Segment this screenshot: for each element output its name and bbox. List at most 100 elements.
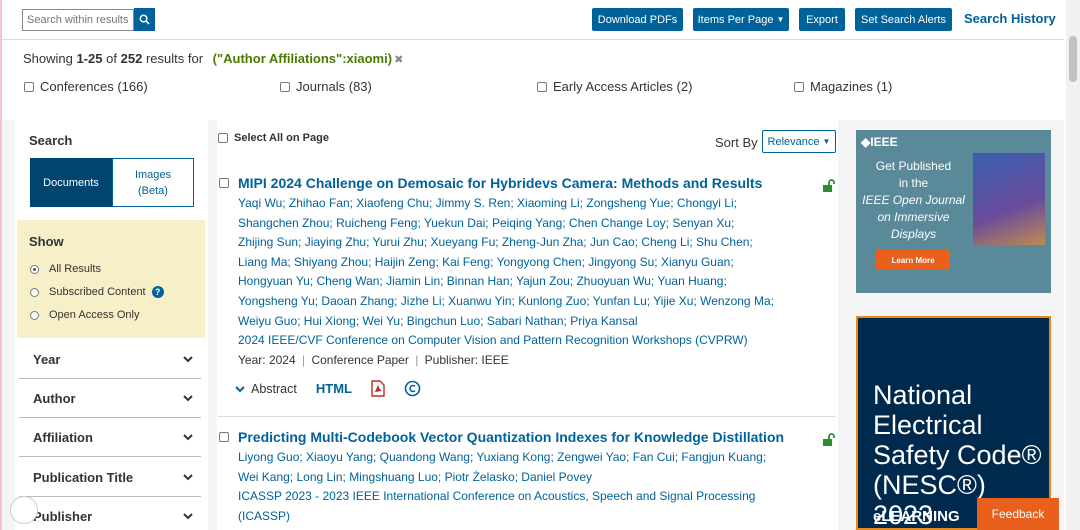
radio-label: Open Access Only (49, 309, 140, 321)
open-access-lock-icon (823, 179, 835, 192)
search-query: ("Author Affiliations":xiaomi) (212, 51, 393, 66)
search-history-link[interactable]: Search History (964, 11, 1056, 26)
checkbox[interactable] (24, 81, 34, 92)
tab-images[interactable]: Images (Beta) (112, 158, 194, 207)
remove-query-icon[interactable]: ✖ (394, 54, 403, 66)
select-all-label: Select All on Page (234, 132, 329, 144)
chevron-down-icon (183, 434, 193, 441)
facet-publisher[interactable]: Publisher (19, 497, 201, 530)
result-authors[interactable]: Wei Kang; Long Lin; Mingshuang Luo; Piot… (238, 468, 592, 488)
radio-button[interactable] (30, 310, 39, 320)
search-button[interactable] (134, 8, 155, 31)
result-title[interactable]: Predicting Multi-Codebook Vector Quantiz… (238, 429, 784, 445)
ad1-text: on Immersive (877, 210, 950, 224)
sidebar-search-heading: Search (29, 133, 73, 148)
result-authors[interactable]: Liang Ma; Shiyang Zhou; Haijin Zeng; Kai… (238, 253, 734, 273)
ad1-text: IEEE Open Journal (862, 193, 965, 207)
facet-journals[interactable]: Journals (83) (280, 79, 372, 94)
facet-affiliation[interactable]: Affiliation (19, 418, 201, 457)
chevron-down-icon (183, 513, 193, 520)
checkbox[interactable] (794, 81, 804, 92)
feedback-button[interactable]: Feedback (977, 498, 1059, 530)
chevron-down-icon (183, 474, 193, 481)
showing-text: Showing 1-25 of 252 results for ("Author… (23, 51, 403, 66)
result-authors[interactable]: Shangchen Zhou; Ruicheng Feng; Yuekun Da… (238, 214, 734, 234)
scrollbar-thumb[interactable] (1069, 36, 1077, 82)
checkbox[interactable] (218, 133, 228, 143)
ad1-text: in the (898, 176, 929, 190)
result-type: Conference Paper (311, 353, 409, 367)
select-all-on-page[interactable]: Select All on Page (218, 132, 329, 144)
results-range: 1-25 (76, 51, 103, 66)
facet-year[interactable]: Year (19, 340, 201, 379)
caret-down-icon: ▼ (822, 137, 831, 146)
cookie-settings-icon[interactable] (10, 496, 38, 524)
radio-button[interactable] (30, 264, 39, 274)
result-authors[interactable]: Weiyu Guo; Hui Xiong; Wei Yu; Bingchun L… (238, 312, 638, 332)
chevron-down-icon (235, 385, 245, 392)
set-search-alerts-label: Set Search Alerts (861, 13, 946, 26)
search-within-results-input[interactable] (22, 9, 134, 31)
result-authors[interactable]: Hongyuan Yu; Cheng Wan; Jiamin Lin; Binn… (238, 272, 727, 292)
set-search-alerts-button[interactable]: Set Search Alerts (855, 8, 952, 31)
show-heading: Show (29, 234, 64, 249)
facet-magazines[interactable]: Magazines (1) (794, 79, 892, 94)
result-venue-link[interactable]: 2024 IEEE/CVF Conference on Computer Vis… (238, 331, 748, 351)
facet-early-access[interactable]: Early Access Articles (2) (537, 79, 692, 94)
ad1-text: Get Published (875, 159, 952, 173)
result-checkbox[interactable] (219, 432, 229, 442)
items-per-page-button[interactable]: Items Per Page ▼ (693, 8, 789, 31)
result-authors[interactable]: Liyong Guo; Xiaoyu Yang; Quandong Wang; … (238, 448, 766, 468)
sort-value: Relevance (767, 135, 820, 148)
download-pdfs-button[interactable]: Download PDFs (592, 8, 683, 31)
ieee-logo: ◆IEEE (861, 135, 898, 149)
ad1-journal-cover-image (973, 153, 1045, 245)
checkbox[interactable] (280, 81, 290, 92)
result-meta: Year: 2024 | Conference Paper | Publishe… (238, 353, 509, 367)
result-authors[interactable]: Zhijing Sun; Jiaying Zhu; Yurui Zhu; Xue… (238, 233, 753, 253)
tab-images-beta-label: (Beta) (138, 184, 168, 197)
open-access-lock-icon (823, 433, 835, 446)
help-icon[interactable]: ? (151, 286, 164, 298)
tab-documents[interactable]: Documents (30, 158, 112, 207)
result-title[interactable]: MIPI 2024 Challenge on Demosaic for Hybr… (238, 175, 762, 191)
publisher-label: Publisher: (424, 353, 479, 367)
results-total: 252 (120, 51, 143, 66)
result-checkbox[interactable] (219, 178, 229, 188)
radio-open-access[interactable]: Open Access Only (30, 309, 140, 321)
ad-ieee-open-journal[interactable]: ◆IEEE Get Published in the IEEE Open Jou… (856, 130, 1051, 293)
radio-subscribed-content[interactable]: Subscribed Content? (30, 286, 164, 298)
radio-button[interactable] (30, 287, 39, 297)
results-summary: Showing 1-25 of 252 results for ("Author… (2, 40, 1064, 120)
abstract-toggle[interactable]: Abstract (235, 382, 297, 396)
facet-conferences[interactable]: Conferences (166) (24, 79, 148, 94)
radio-label: Subscribed Content (49, 286, 146, 298)
result-venue-link[interactable]: (ICASSP) (238, 507, 290, 527)
checkbox[interactable] (537, 81, 547, 92)
facet-author-label: Author (33, 390, 76, 406)
download-pdfs-label: Download PDFs (597, 13, 678, 26)
tab-images-label: Images (134, 168, 172, 181)
facet-publisher-label: Publisher (33, 508, 93, 524)
result-authors[interactable]: Yaqi Wu; Zhihao Fan; Xiaofeng Chu; Jimmy… (238, 194, 737, 214)
facet-affiliation-label: Affiliation (33, 429, 93, 445)
facet-author[interactable]: Author (19, 379, 201, 418)
abstract-label: Abstract (251, 381, 297, 396)
ad2-text: Electrical (873, 410, 983, 440)
facet-label: Journals (83) (296, 79, 372, 94)
html-link[interactable]: HTML (316, 381, 352, 396)
caret-down-icon: ▼ (776, 15, 785, 24)
page-scrollbar[interactable] (1066, 0, 1080, 530)
sort-dropdown[interactable]: Relevance ▼ (762, 130, 836, 153)
search-icon (139, 14, 150, 25)
copyright-icon[interactable] (404, 380, 421, 397)
learn-more-button[interactable]: Learn More (876, 250, 950, 270)
export-button[interactable]: Export (799, 8, 845, 31)
facet-year-label: Year (33, 351, 61, 367)
chevron-down-icon (183, 356, 193, 363)
result-venue-link[interactable]: ICASSP 2023 - 2023 IEEE International Co… (238, 487, 755, 507)
result-authors[interactable]: Yongsheng Yu; Daoan Zhang; Jizhe Li; Xua… (238, 292, 774, 312)
radio-all-results[interactable]: All Results (30, 263, 101, 275)
pdf-icon[interactable] (371, 380, 385, 397)
facet-publication-title[interactable]: Publication Title (19, 458, 201, 497)
